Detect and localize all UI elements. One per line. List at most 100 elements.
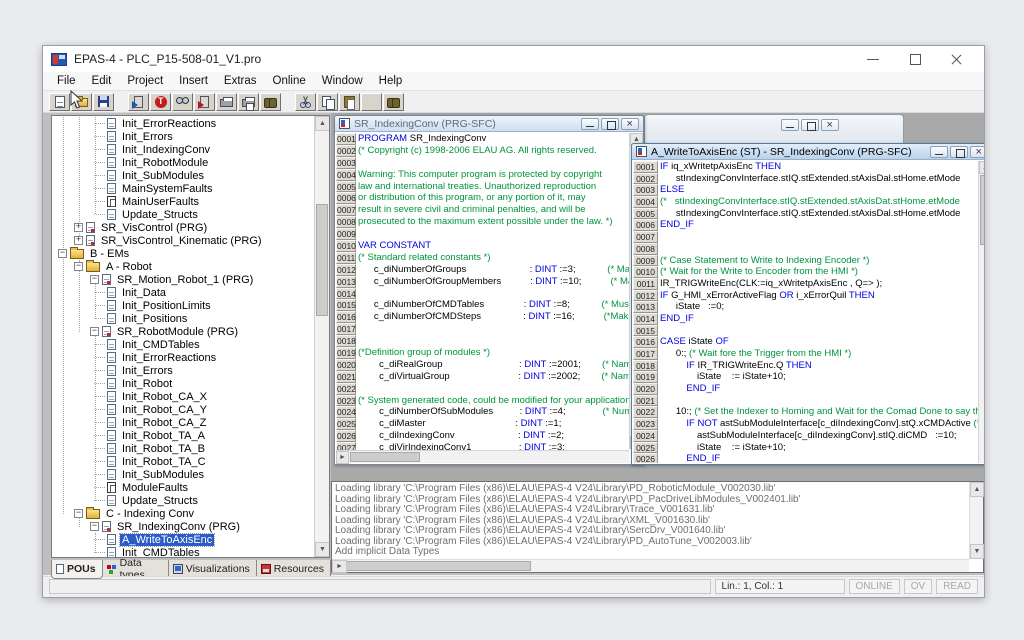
- maximize-icon[interactable]: [801, 119, 819, 131]
- maximize-icon[interactable]: [950, 146, 968, 158]
- login-button[interactable]: [128, 93, 149, 111]
- paste-button[interactable]: [339, 93, 360, 111]
- scroll-up-icon[interactable]: ▲: [970, 482, 984, 497]
- minimize-icon[interactable]: [866, 53, 880, 65]
- collapse-icon[interactable]: −: [90, 522, 99, 531]
- menu-online[interactable]: Online: [265, 73, 314, 89]
- log-vertical-scrollbar[interactable]: ▲ ▼: [969, 482, 983, 559]
- tree-item-init-robot[interactable]: Init_Robot: [52, 377, 314, 390]
- tree-item-init-indexingconv[interactable]: Init_IndexingConv: [52, 143, 314, 156]
- menu-edit[interactable]: Edit: [84, 73, 120, 89]
- cut-button[interactable]: [295, 93, 316, 111]
- tree-item-mainsystemfaults[interactable]: MainSystemFaults: [52, 182, 314, 195]
- tree-item-mainuserfaults[interactable]: MainUserFaults: [52, 195, 314, 208]
- tree-item-init-errors[interactable]: Init_Errors: [52, 364, 314, 377]
- tree-item-init-submodules[interactable]: Init_SubModules: [52, 169, 314, 182]
- code-editor[interactable]: 0001PROGRAM SR_IndexingConv0002(* Copyri…: [336, 133, 629, 450]
- tree-vertical-scrollbar[interactable]: ▲ ▼: [314, 116, 329, 557]
- scroll-up-icon[interactable]: ▲: [979, 161, 984, 174]
- horizontal-scrollbar[interactable]: ◄ ►: [336, 450, 629, 463]
- close-icon[interactable]: [970, 146, 984, 158]
- tree-item-sr-viscontrol-prg[interactable]: +SR_VisControl (PRG): [52, 221, 314, 234]
- tree-item-init-errorreactions[interactable]: Init_ErrorReactions: [52, 351, 314, 364]
- scroll-right-icon[interactable]: ►: [336, 451, 349, 464]
- new-file-button[interactable]: [49, 93, 70, 111]
- tree-item-init-positions[interactable]: Init_Positions: [52, 312, 314, 325]
- tree-item-init-robot-ta-c[interactable]: Init_Robot_TA_C: [52, 455, 314, 468]
- find-next-button[interactable]: [383, 93, 404, 111]
- close-icon[interactable]: [621, 118, 639, 130]
- tree-item-sr-viscontrol-kinematic-prg[interactable]: +SR_VisControl_Kinematic (PRG): [52, 234, 314, 247]
- scrollbar-thumb[interactable]: [316, 204, 328, 316]
- monitoring-button[interactable]: [172, 93, 193, 111]
- minimize-icon[interactable]: [930, 146, 948, 158]
- scrollbar-thumb[interactable]: [346, 561, 531, 571]
- vertical-scrollbar[interactable]: ▲: [978, 161, 984, 463]
- collapse-icon[interactable]: −: [74, 509, 83, 518]
- expand-icon[interactable]: +: [74, 223, 83, 232]
- logout-button[interactable]: [194, 93, 215, 111]
- tab-pous[interactable]: POUs: [51, 560, 103, 579]
- tree-item-init-positionlimits[interactable]: Init_PositionLimits: [52, 299, 314, 312]
- tree-item-init-robot-ta-a[interactable]: Init_Robot_TA_A: [52, 429, 314, 442]
- window-titlebar[interactable]: SR_IndexingConv (PRG-SFC): [335, 116, 643, 132]
- scrollbar-thumb[interactable]: [980, 175, 984, 245]
- menu-window[interactable]: Window: [314, 73, 371, 89]
- save-button[interactable]: [93, 93, 114, 111]
- close-icon[interactable]: [950, 53, 964, 65]
- tree-item-init-robotmodule[interactable]: Init_RobotModule: [52, 156, 314, 169]
- close-icon[interactable]: [821, 119, 839, 131]
- minimize-icon[interactable]: [581, 118, 599, 130]
- print-preview-button[interactable]: [238, 93, 259, 111]
- expand-icon[interactable]: +: [74, 236, 83, 245]
- menu-insert[interactable]: Insert: [171, 73, 216, 89]
- stop-button[interactable]: [150, 93, 171, 111]
- menu-file[interactable]: File: [49, 73, 84, 89]
- tree-item-init-cmdtables[interactable]: Init_CMDTables: [52, 338, 314, 351]
- tree-item-init-robot-ca-y[interactable]: Init_Robot_CA_Y: [52, 403, 314, 416]
- message-log[interactable]: Loading library 'C:\Program Files (x86)\…: [333, 483, 968, 558]
- code-editor[interactable]: 0001IF iq_xWritetpAxisEnc THEN0002 stInd…: [633, 161, 982, 463]
- collapse-icon[interactable]: −: [74, 262, 83, 271]
- menu-project[interactable]: Project: [119, 73, 171, 89]
- collapse-icon[interactable]: −: [58, 249, 67, 258]
- copy-button[interactable]: [317, 93, 338, 111]
- tree-item-init-data[interactable]: Init_Data: [52, 286, 314, 299]
- tree-item-update-structs[interactable]: Update_Structs: [52, 494, 314, 507]
- collapse-icon[interactable]: −: [90, 327, 99, 336]
- maximize-icon[interactable]: [908, 53, 922, 65]
- tree-item-init-cmdtables[interactable]: Init_CMDTables: [52, 546, 314, 557]
- global-find-button[interactable]: [260, 93, 281, 111]
- tree-item-a-robot[interactable]: −A - Robot: [52, 260, 314, 273]
- tree-item-init-submodules[interactable]: Init_SubModules: [52, 468, 314, 481]
- collapse-icon[interactable]: −: [90, 275, 99, 284]
- log-horizontal-scrollbar[interactable]: ◄ ►: [332, 559, 969, 572]
- tree-item-init-errors[interactable]: Init_Errors: [52, 130, 314, 143]
- tree-item-sr-motion-robot-1-prg[interactable]: −SR_Motion_Robot_1 (PRG): [52, 273, 314, 286]
- print-button[interactable]: [216, 93, 237, 111]
- tree-item-modulefaults[interactable]: ModuleFaults: [52, 481, 314, 494]
- window-titlebar[interactable]: A_WriteToAxisEnc (ST) - SR_IndexingConv …: [632, 144, 984, 160]
- scroll-right-icon[interactable]: ►: [332, 560, 347, 573]
- tree-item-update-structs[interactable]: Update_Structs: [52, 208, 314, 221]
- tree-item-c-indexing-conv[interactable]: −C - Indexing Conv: [52, 507, 314, 520]
- tree-item-sr-robotmodule-prg[interactable]: −SR_RobotModule (PRG): [52, 325, 314, 338]
- scroll-up-icon[interactable]: ▲: [315, 116, 330, 131]
- maximize-icon[interactable]: [601, 118, 619, 130]
- tree-item-init-robot-ca-z[interactable]: Init_Robot_CA_Z: [52, 416, 314, 429]
- tree-item-b-ems[interactable]: −B - EMs: [52, 247, 314, 260]
- tree-item-sr-indexingconv-prg[interactable]: −SR_IndexingConv (PRG): [52, 520, 314, 533]
- scroll-down-icon[interactable]: ▼: [970, 544, 984, 559]
- tree-item-init-robot-ca-x[interactable]: Init_Robot_CA_X: [52, 390, 314, 403]
- open-file-button[interactable]: [71, 93, 92, 111]
- scroll-down-icon[interactable]: ▼: [315, 542, 330, 557]
- tree-connector: [94, 487, 105, 488]
- scrollbar-thumb[interactable]: [350, 452, 420, 462]
- tree-item-a-writetoaxisenc[interactable]: A_WriteToAxisEnc: [52, 533, 314, 546]
- tree-item-init-errorreactions[interactable]: Init_ErrorReactions: [52, 117, 314, 130]
- menu-extras[interactable]: Extras: [216, 73, 265, 89]
- menu-help[interactable]: Help: [371, 73, 411, 89]
- tree-item-init-robot-ta-b[interactable]: Init_Robot_TA_B: [52, 442, 314, 455]
- find-button[interactable]: [361, 93, 382, 111]
- minimize-icon[interactable]: [781, 119, 799, 131]
